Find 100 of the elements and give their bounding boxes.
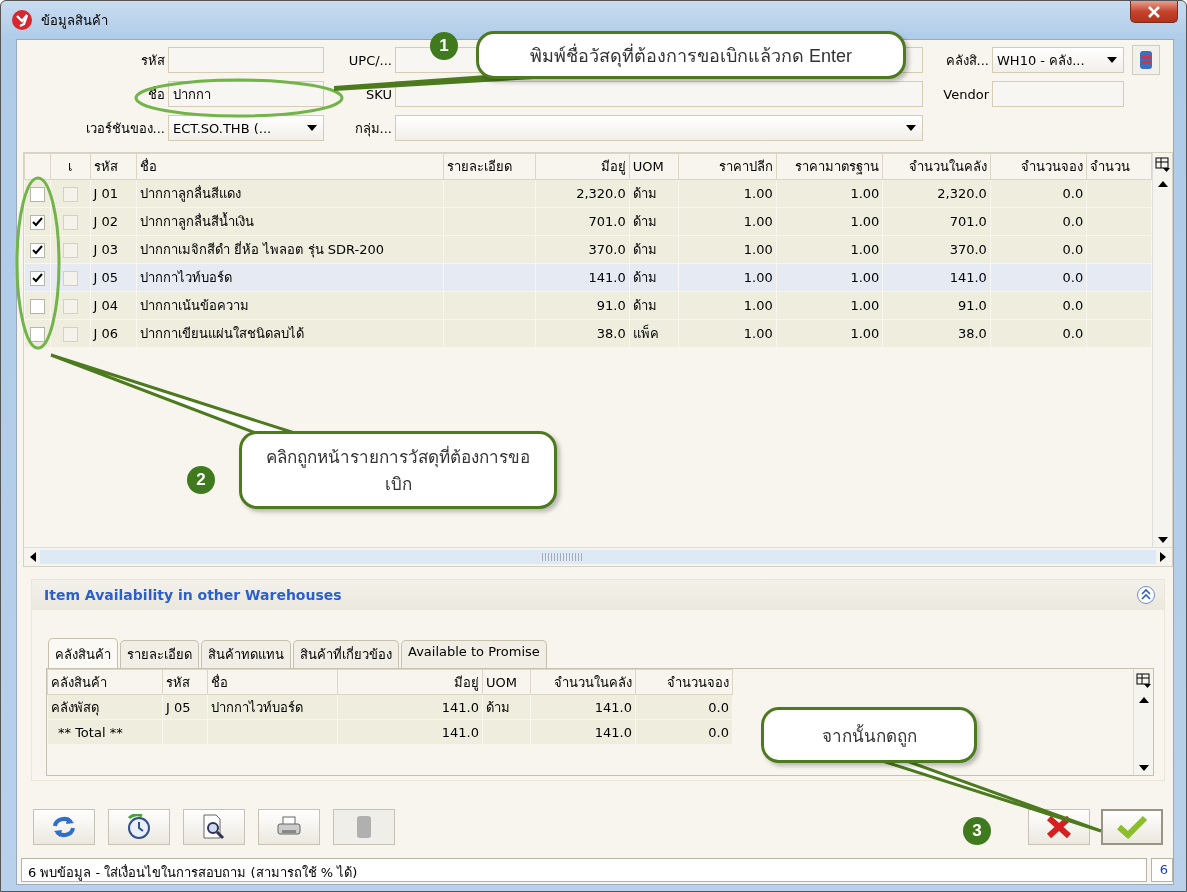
table-cell: 0.0 [990,319,1087,348]
column-header[interactable]: จำนวน [1086,153,1152,180]
app-logo-icon [11,9,33,31]
dropdown-field[interactable] [395,115,923,141]
table-cell: 1.00 [679,179,777,208]
table-cell: 141.0 [882,263,991,292]
table-cell: 370.0 [882,235,991,264]
close-button[interactable] [1130,1,1178,23]
scroll-up-icon[interactable] [1138,697,1149,703]
scrollbar[interactable] [1152,153,1172,547]
checkbox[interactable] [62,214,78,230]
scrollbar[interactable] [1133,669,1153,775]
column-header[interactable]: จำนวนจอง [990,153,1087,180]
field-label: SKU [365,86,392,102]
callout-tooltip: คลิกถูกหน้ารายการวัสดุที่ต้องการขอเบิก [239,431,557,509]
blank-icon [356,815,372,839]
table-cell: 1.00 [679,235,777,264]
caret-icon [307,125,317,131]
table-cell: 1.00 [776,319,883,348]
column-header[interactable]: จำนวนในคลัง [530,669,636,695]
scroll-right-icon[interactable] [1160,552,1166,562]
table-cell: 0.0 [990,263,1087,292]
input-field[interactable] [395,81,923,107]
table-cell: 701.0 [535,207,630,236]
table-cell: 370.0 [535,235,630,264]
checkbox[interactable] [29,298,45,314]
tab[interactable]: สินค้าทดแทน [201,640,291,668]
dropdown-field[interactable]: WH10 - คลัง... [992,47,1124,73]
checkbox[interactable] [62,298,78,314]
column-header[interactable]: รหัส [162,669,208,695]
column-header[interactable]: มีอยู่ [535,153,630,180]
table-cell: ปากกาไวท์บอร์ด [136,263,444,292]
column-header[interactable]: เ [50,153,90,180]
column-header[interactable]: ราคาปลีก [679,153,777,180]
scroll-down-icon[interactable] [1157,537,1168,543]
print-button[interactable] [258,809,320,845]
caret-icon [906,125,916,131]
tab[interactable]: รายละเอียด [120,640,199,668]
caret-icon [1107,57,1117,63]
table-cell: 38.0 [882,319,991,348]
table-cell: ปากกาเขียนแผ่นใสชนิดลบได้ [136,319,444,348]
table-cell: 0.0 [990,235,1087,264]
checkbox[interactable] [62,242,78,258]
column-header[interactable]: มีอยู่ [337,669,483,695]
table-cell: 1.00 [776,291,883,320]
column-header[interactable]: รายละเอียด [443,153,536,180]
table-cell: 0.0 [990,207,1087,236]
dropdown-field[interactable]: ECT.SO.THB (... [168,115,324,141]
check-icon [1116,815,1148,839]
checkbox[interactable] [62,326,78,342]
tab[interactable]: Available to Promise [401,640,547,668]
preview-button[interactable] [183,809,245,845]
column-header[interactable]: UOM [482,669,531,695]
column-header[interactable]: ราคามาตรฐาน [776,153,883,180]
column-header[interactable]: คลังสินค้า [47,669,163,695]
collapse-icon[interactable] [1136,585,1156,605]
table-cell: 2,320.0 [882,179,991,208]
table-cell: 1.00 [679,291,777,320]
table-cell: 701.0 [882,207,991,236]
database-button[interactable] [1132,45,1160,75]
field-label: Vendor [942,86,989,102]
scrollbar[interactable] [24,547,1172,566]
input-field[interactable] [992,81,1124,107]
column-header[interactable]: รหัส [90,153,137,180]
input-field[interactable] [168,47,324,73]
input-field[interactable]: ปากกา [168,81,324,107]
history-button[interactable] [108,809,170,845]
table-cell: 91.0 [882,291,991,320]
tab[interactable]: คลังสินค้า [48,638,118,668]
callout-tooltip: พิมพ์ชื่อวัสดุที่ต้องการขอเบิกแล้วกด Enter [476,31,906,79]
clock-icon [126,814,152,840]
column-chooser-icon[interactable] [1154,157,1171,173]
column-header[interactable]: ชื่อ [136,153,444,180]
table-cell: 141.0 [337,719,483,745]
column-header[interactable]: ชื่อ [207,669,338,695]
column-chooser-icon[interactable] [1135,673,1152,689]
table-cell: ปากกาลูกลื่นสีน้ำเงิน [136,207,444,236]
checkbox[interactable] [29,242,45,258]
checkbox[interactable] [29,214,45,230]
checkbox[interactable] [29,186,45,202]
column-header[interactable]: จำนวนในคลัง [882,153,991,180]
field-label: เวอร์ชันของ... [84,119,165,138]
cross-icon [1045,814,1073,840]
table-cell: 0.0 [990,179,1087,208]
ok-button[interactable] [1101,809,1163,845]
field-label: กลุ่ม... [353,119,392,139]
scroll-up-icon[interactable] [1157,181,1168,187]
checkbox[interactable] [29,270,45,286]
refresh-button[interactable] [33,809,95,845]
scroll-down-icon[interactable] [1138,765,1149,771]
checkbox[interactable] [29,326,45,342]
tab[interactable]: สินค้าที่เกี่ยวข้อง [293,640,399,668]
column-header[interactable]: จำนวนจอง [635,669,733,695]
table-cell: 2,320.0 [535,179,630,208]
table-cell: 141.0 [530,719,636,745]
checkbox[interactable] [62,270,78,286]
checkbox[interactable] [62,186,78,202]
scroll-left-icon[interactable] [30,552,36,562]
column-header[interactable]: UOM [629,153,679,180]
table-cell: 141.0 [337,694,483,720]
